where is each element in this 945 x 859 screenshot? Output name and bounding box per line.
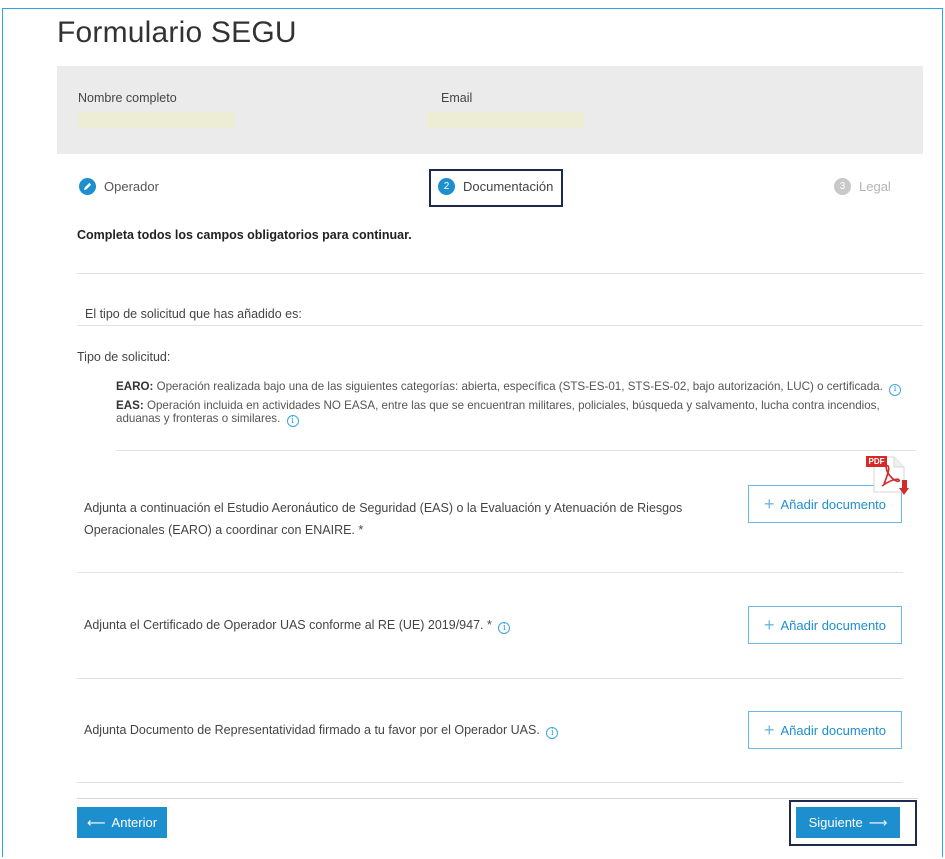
plus-icon: +	[763, 615, 775, 635]
type-description: Operación realizada bajo una de las sigu…	[156, 380, 883, 393]
document-eas-earo-text: Adjunta a continuación el Estudio Aeroná…	[84, 501, 683, 537]
type-earo: EARO: Operación realizada bajo una de la…	[116, 380, 916, 396]
divider	[77, 782, 903, 783]
info-icon[interactable]: i	[889, 383, 902, 396]
add-document-label: Añadir documento	[780, 496, 887, 512]
divider	[77, 678, 903, 679]
info-icon[interactable]: i	[286, 415, 299, 427]
pdf-icon: PDF	[866, 454, 910, 498]
step-number-badge: 3	[834, 178, 851, 195]
previous-label: Anterior	[111, 815, 158, 830]
divider	[77, 325, 923, 326]
next-label: Siguiente	[808, 815, 863, 830]
type-eas: EAS: Operación incluida en actividades N…	[116, 398, 916, 427]
email-label: Email	[441, 91, 473, 105]
name-value-redacted	[78, 112, 234, 128]
pencil-icon	[79, 178, 96, 195]
user-info-panel: Nombre completo Email	[57, 66, 923, 154]
arrow-left-icon: ⟵	[86, 814, 106, 830]
plus-icon: +	[763, 494, 775, 514]
add-document-button[interactable]: + Añadir documento	[748, 711, 902, 749]
plus-icon: +	[763, 720, 775, 740]
request-types-list: EARO: Operación realizada bajo una de la…	[116, 380, 916, 430]
previous-button[interactable]: ⟵ Anterior	[77, 807, 167, 838]
document-certificate-text: Adjunta el Certificado de Operador UAS c…	[84, 618, 511, 634]
add-document-label: Añadir documento	[780, 722, 887, 738]
step-legal[interactable]: 3 Legal	[834, 178, 891, 195]
request-type-label: Tipo de solicitud:	[77, 350, 171, 364]
type-description: Operación incluida en actividades NO EAS…	[116, 398, 880, 425]
instructions-text: Completa todos los campos obligatorios p…	[77, 228, 412, 242]
document-representation-text: Adjunta Documento de Representatividad f…	[84, 723, 559, 739]
step-number-badge: 2	[438, 178, 455, 195]
name-label: Nombre completo	[78, 91, 177, 105]
next-button[interactable]: Siguiente ⟶	[796, 807, 900, 838]
document-representation-label: Adjunta Documento de Representatividad f…	[84, 723, 540, 737]
step-operador[interactable]: Operador	[79, 178, 159, 195]
request-added-text: El tipo de solicitud que has añadido es:	[85, 307, 302, 321]
info-icon[interactable]: i	[498, 622, 511, 634]
arrow-right-icon: ⟶	[868, 814, 888, 830]
page-title: Formulario SEGU	[57, 16, 297, 49]
email-value-redacted	[426, 112, 584, 128]
step-label: Documentación	[463, 179, 554, 194]
step-documentacion[interactable]: 2 Documentación	[438, 178, 553, 195]
type-code: EAS:	[116, 398, 144, 412]
divider	[77, 273, 923, 274]
step-label: Legal	[859, 179, 891, 194]
footer-divider	[77, 798, 918, 799]
type-code: EARO:	[116, 380, 154, 393]
divider	[77, 572, 903, 573]
add-document-button[interactable]: + Añadir documento	[748, 606, 902, 644]
step-label: Operador	[104, 179, 159, 194]
pdf-badge: PDF	[866, 456, 887, 467]
info-icon[interactable]: i	[546, 727, 559, 739]
add-document-label: Añadir documento	[780, 617, 887, 633]
divider	[116, 450, 916, 451]
document-certificate-label: Adjunta el Certificado de Operador UAS c…	[84, 618, 492, 632]
